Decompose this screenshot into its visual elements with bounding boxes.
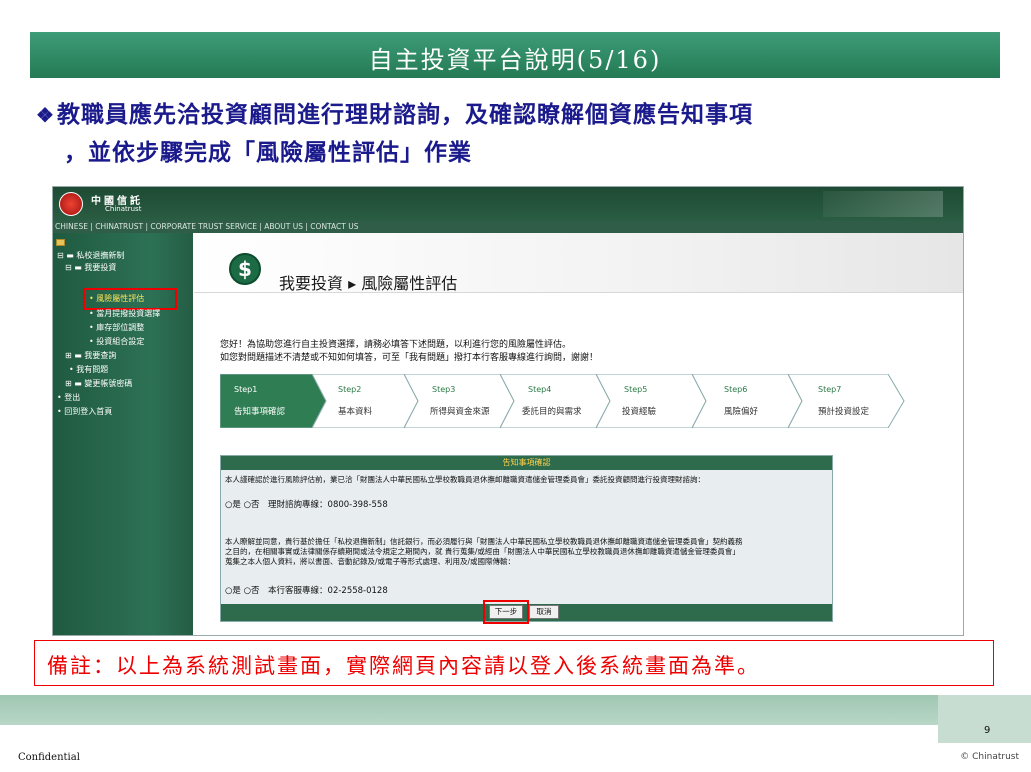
page-number: 9	[984, 725, 991, 736]
confidential-label: Confidential	[18, 752, 80, 763]
folder-icon	[56, 239, 65, 246]
note-box: 備註：以上為系統測試畫面，實際網頁內容請以登入後系統畫面為準。	[34, 640, 994, 686]
sidebar-item-invest[interactable]: ⊟ ▬ 我要投資	[65, 263, 116, 273]
slide-heading: ❖教職員應先洽投資顧問進行理財諮詢，及確認瞭解個資應告知事項 ，並依步驟完成「風…	[36, 96, 1016, 172]
page-title: 我要投資 ▸ 風險屬性評估	[279, 274, 458, 293]
consent-question-2[interactable]: ○是 ○否 本行客服專線：02-2558-0128	[225, 586, 388, 596]
form-paragraph-2-line-1: 本人瞭解並同意，貴行基於擔任「私校退撫新制」信託銀行，而必須履行與「財團法人中華…	[225, 537, 743, 546]
website-screenshot: 中國信託 Chinatrust CHINESE | CHINATRUST | C…	[52, 186, 964, 636]
footer-band	[0, 695, 1031, 725]
sidebar-item-home[interactable]: • 回到登入首頁	[57, 407, 112, 417]
heading-line-2: ，並依步驟完成「風險屬性評估」作業	[64, 139, 472, 166]
bank-logo-icon	[59, 192, 83, 216]
sidebar-item-query[interactable]: ⊞ ▬ 我要查詢	[65, 351, 116, 361]
sidebar-item-root[interactable]: ⊟ ▬ 私校退撫新制	[57, 251, 124, 261]
step-5: Step5 投資經驗	[596, 374, 706, 428]
consent-question-1[interactable]: ○是 ○否 理財諮詢專線：0800-398-558	[225, 500, 388, 510]
form-paragraph-1: 本人謹確認於進行風險評估前，業已洽「財團法人中華民國私立學校教職員退休撫卹離職資…	[225, 475, 705, 484]
notice-form: 告知事項確認 本人謹確認於進行風險評估前，業已洽「財團法人中華民國私立學校教職員…	[220, 455, 833, 624]
dollar-icon: $	[229, 253, 261, 285]
intro-text-1: 您好！為協助您進行自主投資選擇，請務必填答下述問題，以利進行您的風險屬性評估。	[220, 340, 572, 350]
top-nav-links[interactable]: CHINESE | CHINATRUST | CORPORATE TRUST S…	[53, 221, 963, 233]
slide-title: 自主投資平台說明(5/16)	[368, 46, 662, 74]
note-text: 備註：以上為系統測試畫面，實際網頁內容請以登入後系統畫面為準。	[47, 654, 760, 678]
step-3: Step3 所得與資金來源	[404, 374, 514, 428]
sidebar-item-question[interactable]: • 我有問題	[69, 365, 108, 375]
heading-line-1: 教職員應先洽投資顧問進行理財諮詢，及確認瞭解個資應告知事項	[56, 101, 753, 128]
bank-english-name: Chinatrust	[105, 205, 142, 213]
site-header: 中國信託 Chinatrust	[53, 187, 963, 221]
sidebar-item-monthly[interactable]: • 當月提撥投資選擇	[89, 309, 160, 319]
intro-text-2: 如您對問題描述不清楚或不知如何填答，可至「我有問題」撥打本行客服專線進行詢問，謝…	[220, 353, 599, 363]
sidebar: ⊟ ▬ 私校退撫新制 ⊟ ▬ 我要投資 • 風險屬性評估 • 當月提撥投資選擇 …	[53, 233, 193, 635]
step-progress: Step1 告知事項確認 Step2 基本資料 Step3 所得與資金來源 St…	[220, 374, 910, 428]
step-4: Step4 委託目的與需求	[500, 374, 610, 428]
sidebar-item-password[interactable]: ⊞ ▬ 變更帳號密碼	[65, 379, 132, 389]
next-button-highlight	[483, 600, 529, 624]
form-paragraph-2-line-2: 之目的，在相關事實或法律關係存續期間或法令規定之期間內，就 貴行蒐集/或經由「財…	[225, 547, 740, 556]
header-decoration	[823, 191, 943, 217]
diamond-bullet-icon: ❖	[36, 103, 55, 127]
sidebar-item-logout[interactable]: • 登出	[57, 393, 80, 403]
slide: 自主投資平台說明(5/16) ❖教職員應先洽投資顧問進行理財諮詢，及確認瞭解個資…	[0, 0, 1031, 772]
step-6: Step6 風險偏好	[692, 374, 802, 428]
sidebar-item-setting[interactable]: • 投資組合設定	[89, 337, 144, 347]
title-bar: 自主投資平台說明(5/16)	[30, 32, 1000, 78]
form-paragraph-2-line-3: 蒐集之本人個人資料，將以書面、音動記錄及/或電子等形式處理、利用及/或國際傳輸：	[225, 557, 516, 566]
risk-item-highlight	[83, 288, 177, 310]
form-title: 告知事項確認	[221, 456, 832, 470]
cancel-button[interactable]: 取消	[529, 605, 559, 619]
form-button-bar: 下一步 取消	[221, 600, 832, 624]
copyright: © Chinatrust	[960, 752, 1019, 762]
sidebar-item-holdings[interactable]: • 庫存部位調整	[89, 323, 144, 333]
step-7: Step7 預計投資設定	[788, 374, 908, 428]
